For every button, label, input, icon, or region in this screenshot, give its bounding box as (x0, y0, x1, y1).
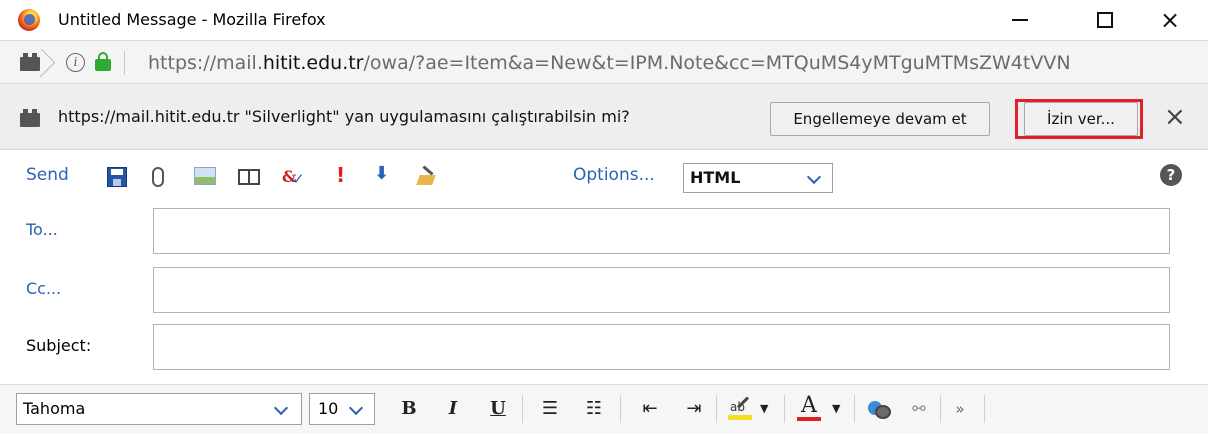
bold-button[interactable]: B (398, 395, 420, 423)
window-title: Untitled Message - Mozilla Firefox (58, 10, 326, 29)
close-notification-icon[interactable]: × (1164, 102, 1186, 132)
to-row: To... (0, 206, 1208, 256)
url-suffix: /owa/?ae=Item&a=New&t=IPM.Note&cc=MTQuMS… (363, 52, 1071, 74)
font-family-value: Tahoma (23, 399, 86, 418)
bullet-list-icon[interactable]: ☰ (538, 395, 562, 423)
font-color-glyph: A (801, 393, 817, 418)
format-select-value: HTML (690, 168, 741, 187)
send-button[interactable]: Send (26, 165, 69, 185)
font-family-select[interactable]: Tahoma (16, 393, 302, 425)
cc-label[interactable]: Cc... (26, 279, 61, 298)
toolbar-divider (940, 395, 941, 423)
to-field[interactable] (153, 208, 1170, 254)
numbered-list-icon[interactable]: ☷ (582, 395, 606, 423)
subject-label: Subject: (26, 336, 92, 355)
indent-icon[interactable]: ⇥ (682, 395, 706, 423)
toolbar-divider (984, 395, 985, 423)
attachment-icon[interactable] (152, 167, 164, 187)
url-bar: i https://mail.hitit.edu.tr/owa/?ae=Item… (0, 40, 1208, 84)
maximize-icon (1097, 12, 1113, 28)
toolbar-divider (620, 395, 621, 423)
subject-field[interactable] (153, 324, 1170, 370)
close-icon: × (1159, 6, 1181, 34)
importance-high-icon[interactable]: ! (336, 163, 346, 187)
plugin-notification-bar: https://mail.hitit.edu.tr "Silverlight" … (0, 84, 1208, 150)
address-book-icon[interactable] (238, 169, 260, 185)
chevron-down-icon (804, 167, 826, 189)
address-field[interactable]: https://mail.hitit.edu.tr/owa/?ae=Item&a… (148, 52, 1204, 74)
importance-low-icon[interactable]: ⬇ (374, 163, 389, 184)
plugin-icon[interactable] (20, 53, 40, 71)
font-color-dropdown-icon[interactable]: ▼ (832, 395, 842, 423)
lock-icon[interactable] (95, 52, 111, 71)
insert-image-icon[interactable] (194, 167, 216, 185)
chevron-right-icon (40, 49, 58, 77)
signature-icon[interactable] (416, 167, 438, 187)
toolbar-divider (522, 395, 523, 423)
remove-link-icon[interactable]: ⚯ (908, 395, 930, 423)
formatting-toolbar: Tahoma 10 B I U ☰ ☷ ⇤ ⇥ ab ▼ A ▼ ⚯ » (0, 384, 1208, 434)
info-icon[interactable]: i (66, 53, 85, 72)
insert-link-icon[interactable] (866, 395, 891, 423)
spell-check-icon[interactable]: & (282, 167, 306, 188)
italic-button[interactable]: I (444, 395, 462, 423)
continue-blocking-button[interactable]: Engellemeye devam et (770, 102, 990, 136)
more-options-icon[interactable]: » (952, 395, 968, 423)
font-size-value: 10 (318, 399, 339, 418)
url-divider (124, 51, 125, 75)
maximize-button[interactable] (1075, 0, 1135, 40)
firefox-logo-icon (18, 9, 40, 31)
underline-button[interactable]: U (488, 395, 508, 423)
highlight-dropdown-icon[interactable]: ▼ (760, 395, 770, 423)
window-title-bar: Untitled Message - Mozilla Firefox × (0, 0, 1208, 40)
font-color-bar (797, 417, 821, 421)
highlight-icon[interactable]: ab (728, 395, 754, 423)
font-color-icon[interactable]: A (797, 395, 821, 423)
url-domain: hitit.edu.tr (262, 52, 364, 74)
cc-row: Cc... (0, 265, 1208, 315)
save-icon[interactable] (107, 167, 127, 187)
plugin-icon (20, 109, 40, 127)
toolbar-divider (716, 395, 717, 423)
format-select[interactable]: HTML (683, 163, 833, 193)
toolbar-divider (784, 395, 785, 423)
outdent-icon[interactable]: ⇤ (638, 395, 662, 423)
close-window-button[interactable]: × (1140, 0, 1200, 40)
toolbar-divider (854, 395, 855, 423)
options-button[interactable]: Options... (573, 165, 655, 185)
notification-message: https://mail.hitit.edu.tr "Silverlight" … (58, 107, 630, 126)
allow-button[interactable]: İzin ver... (1024, 102, 1138, 136)
highlight-color-bar (728, 415, 752, 420)
help-icon[interactable]: ? (1160, 164, 1182, 186)
font-size-select[interactable]: 10 (309, 393, 375, 425)
url-prefix: https://mail. (148, 52, 263, 74)
minimize-button[interactable] (990, 0, 1050, 40)
chevron-down-icon (346, 398, 368, 420)
subject-row: Subject: (0, 322, 1208, 372)
mail-toolbar: Send & ! ⬇ Options... HTML ? (0, 150, 1208, 206)
chevron-down-icon (271, 398, 293, 420)
cc-field[interactable] (153, 267, 1170, 313)
minimize-icon (1012, 19, 1028, 21)
to-label[interactable]: To... (26, 220, 58, 239)
